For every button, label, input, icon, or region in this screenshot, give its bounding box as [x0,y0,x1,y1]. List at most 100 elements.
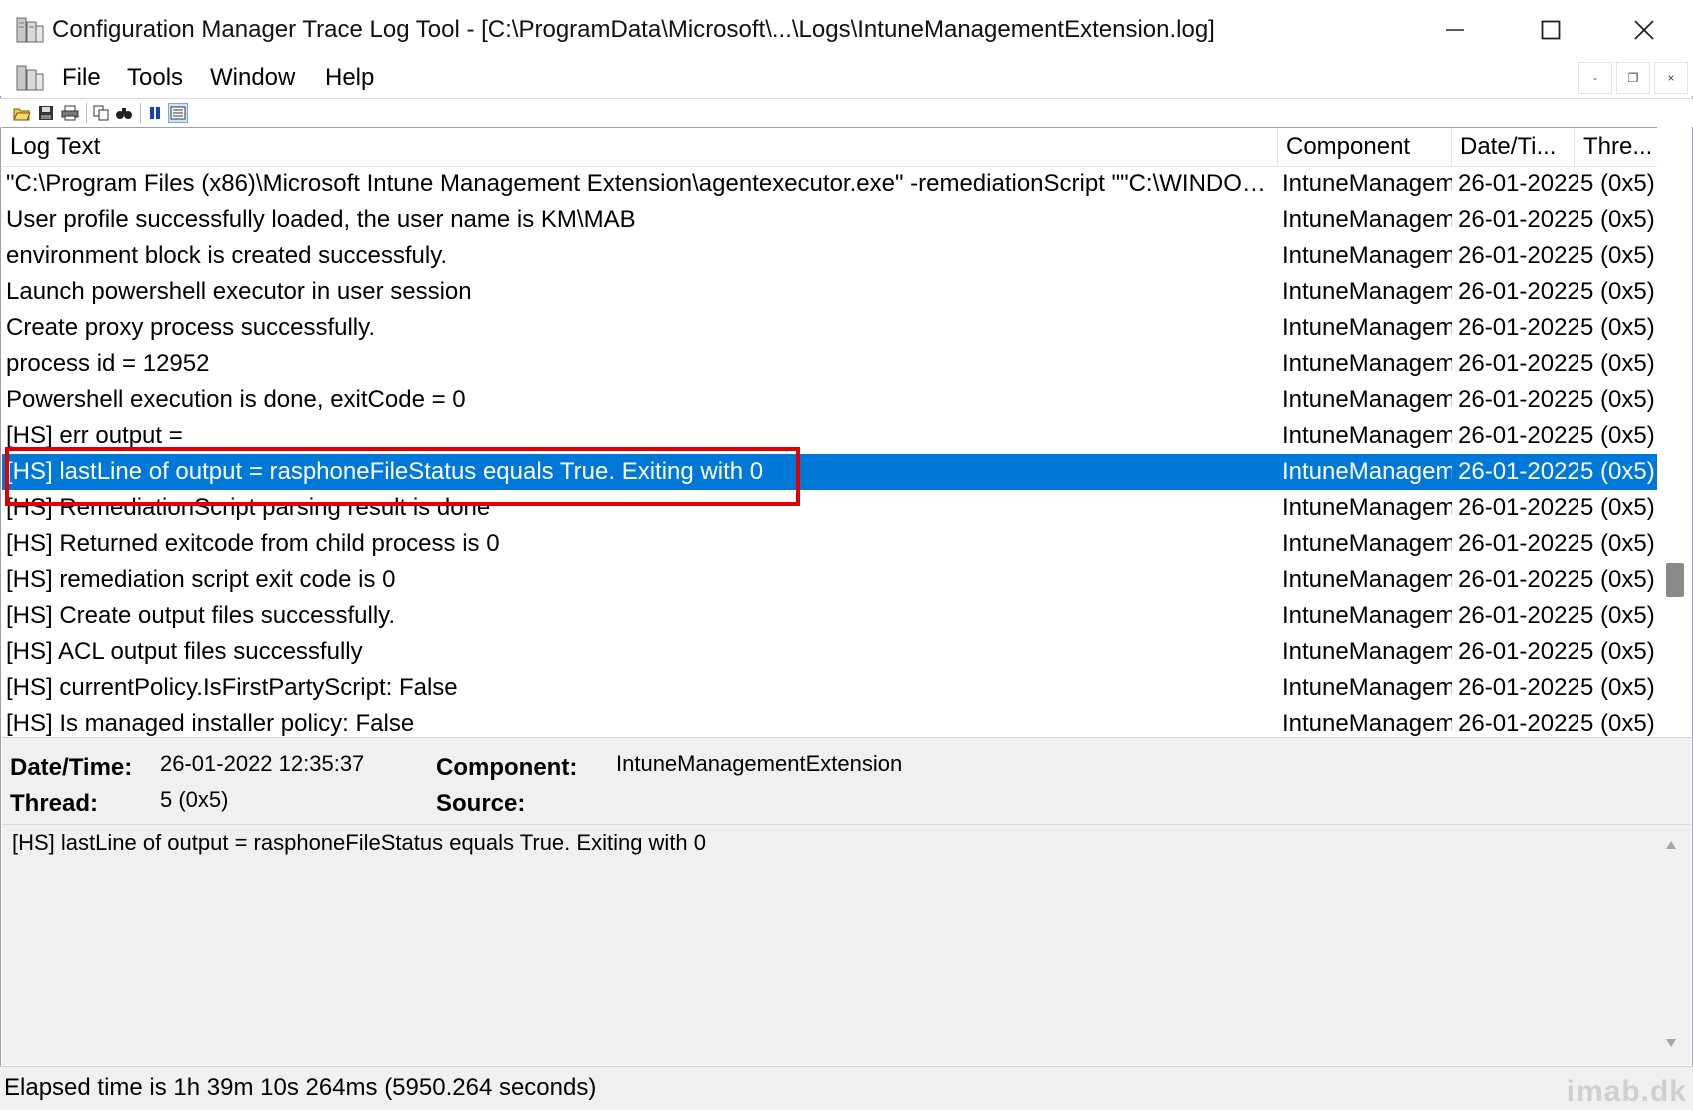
log-row[interactable]: [HS] RemediationScript parsing result is… [2,490,1657,526]
menu-tools[interactable]: Tools [127,62,183,94]
scroll-down-icon[interactable] [1665,1035,1677,1053]
thread-cell: 5 (0x5) [1580,350,1655,377]
datetime-cell: 26-01-2022 12:35:37 [1458,674,1578,701]
component-value: IntuneManagementExtension [616,751,903,776]
column-header-datetime[interactable]: Date/Ti... [1452,128,1575,166]
log-text-cell: [HS] Create output files successfully. [6,602,396,629]
open-icon[interactable] [12,103,32,123]
log-row[interactable]: [HS] Returned exitcode from child proces… [2,526,1657,562]
toolbar [0,98,1693,127]
log-row[interactable]: [HS] err output = IntuneManagementExtens… [2,418,1657,454]
mdi-close-button[interactable]: × [1654,62,1688,94]
find-icon[interactable] [114,103,134,123]
source-label: Source: [436,790,526,817]
component-cell: IntuneManagementExtension [1282,566,1452,593]
log-row[interactable]: [HS] Is managed installer policy: False I… [2,706,1657,737]
thread-cell: 5 (0x5) [1580,638,1655,665]
log-row[interactable]: [HS] ACL output files successfully Intune… [2,634,1657,670]
component-label: Component: [436,754,578,781]
thread-value: 5 (0x5) [160,787,229,812]
thread-cell: 5 (0x5) [1580,494,1655,521]
component-cell: IntuneManagementExtension [1282,386,1452,413]
datetime-cell: 26-01-2022 12:35:37 [1458,170,1578,197]
component-cell: IntuneManagementExtension [1282,674,1452,701]
datetime-cell: 26-01-2022 12:35:37 [1458,242,1578,269]
component-cell: IntuneManagementExtension [1282,710,1452,737]
log-text-cell: environment block is created successfuly… [6,242,448,269]
minimize-button[interactable] [1409,0,1501,60]
log-row[interactable]: environment block is created successfuly… [2,238,1657,274]
copy-icon[interactable] [91,103,111,123]
document-icon[interactable] [14,62,46,94]
column-header-thread[interactable]: Thre... [1575,128,1657,166]
menu-help[interactable]: Help [325,62,374,94]
mdi-minimize-button[interactable]: - [1578,62,1612,94]
status-text: Elapsed time is 1h 39m 10s 264ms (5950.2… [4,1074,597,1101]
thread-cell: 5 (0x5) [1580,674,1655,701]
log-tool-icon [14,14,46,46]
component-cell: IntuneManagementExtension [1282,494,1452,521]
datetime-cell: 26-01-2022 12:35:37 [1458,494,1578,521]
component-cell: IntuneManagementExtension [1282,206,1452,233]
log-text-cell: User profile successfully loaded, the us… [6,206,636,233]
thread-cell: 5 (0x5) [1580,314,1655,341]
menu-bar: File Tools Window Help - ❐ × [0,62,1693,96]
datetime-value: 26-01-2022 12:35:37 [160,751,365,776]
log-row[interactable]: Powershell execution is done, exitCode =… [2,382,1657,418]
log-list[interactable]: Log Text Component Date/Ti... Thre... "C… [2,127,1657,737]
log-text-cell: [HS] remediation script exit code is 0 [6,566,396,593]
log-text-cell: [HS] ACL output files successfully [6,638,363,665]
watermark: imab.dk [1566,1075,1687,1108]
datetime-label: Date/Time: [10,754,133,781]
menu-window[interactable]: Window [210,62,295,94]
save-icon[interactable] [36,103,56,123]
log-scrollbar[interactable] [1657,165,1691,736]
component-cell: IntuneManagementExtension [1282,458,1452,485]
mdi-restore-button[interactable]: ❐ [1616,62,1650,94]
log-row[interactable]: process id = 12952 IntuneManagementExtens… [2,346,1657,382]
thread-cell: 5 (0x5) [1580,422,1655,449]
thread-cell: 5 (0x5) [1580,566,1655,593]
print-icon[interactable] [60,103,80,123]
thread-cell: 5 (0x5) [1580,710,1655,737]
datetime-cell: 26-01-2022 12:35:37 [1458,602,1578,629]
log-text-cell: process id = 12952 [6,350,210,377]
component-cell: IntuneManagementExtension [1282,242,1452,269]
pause-icon[interactable] [145,103,165,123]
thread-cell: 5 (0x5) [1580,242,1655,269]
log-text-cell: "C:\Program Files (x86)\Microsoft Intune… [6,170,1274,197]
toolbar-separator [86,103,87,123]
title-bar[interactable]: Configuration Manager Trace Log Tool - [… [0,0,1693,62]
component-cell: IntuneManagementExtension [1282,422,1452,449]
log-text-cell: [HS] currentPolicy.IsFirstPartyScript: F… [6,674,458,701]
close-button[interactable] [1598,0,1690,60]
column-header-component[interactable]: Component [1278,128,1452,166]
log-row[interactable]: Create proxy process successfully. Intune… [2,310,1657,346]
log-row[interactable]: "C:\Program Files (x86)\Microsoft Intune… [2,166,1657,202]
thread-cell: 5 (0x5) [1580,386,1655,413]
log-text-cell: [HS] lastLine of output = rasphoneFileSt… [6,458,764,485]
component-cell: IntuneManagementExtension [1282,278,1452,305]
log-row[interactable]: [HS] Create output files successfully. In… [2,598,1657,634]
window-title: Configuration Manager Trace Log Tool - [… [52,16,1215,43]
details-icon[interactable] [168,103,188,123]
scroll-up-icon[interactable] [1665,837,1677,855]
menu-file[interactable]: File [62,62,101,94]
log-text-cell: Powershell execution is done, exitCode =… [6,386,466,413]
message-pane[interactable]: [HS] lastLine of output = rasphoneFileSt… [2,824,1691,1065]
column-header-log-text[interactable]: Log Text [2,128,1278,166]
log-row[interactable]: [HS] lastLine of output = rasphoneFileSt… [2,454,1657,490]
log-row[interactable]: User profile successfully loaded, the us… [2,202,1657,238]
datetime-cell: 26-01-2022 12:35:37 [1458,530,1578,557]
list-header: Log Text Component Date/Ti... Thre... [2,128,1657,167]
thread-cell: 5 (0x5) [1580,458,1655,485]
datetime-cell: 26-01-2022 12:35:37 [1458,386,1578,413]
log-text-cell: [HS] Returned exitcode from child proces… [6,530,500,557]
log-row[interactable]: [HS] currentPolicy.IsFirstPartyScript: F… [2,670,1657,706]
datetime-cell: 26-01-2022 12:35:37 [1458,710,1578,737]
scrollbar-thumb[interactable] [1666,563,1684,597]
log-row[interactable]: [HS] remediation script exit code is 0 In… [2,562,1657,598]
maximize-button[interactable] [1505,0,1597,60]
log-row[interactable]: Launch powershell executor in user sessi… [2,274,1657,310]
component-cell: IntuneManagementExtension [1282,350,1452,377]
